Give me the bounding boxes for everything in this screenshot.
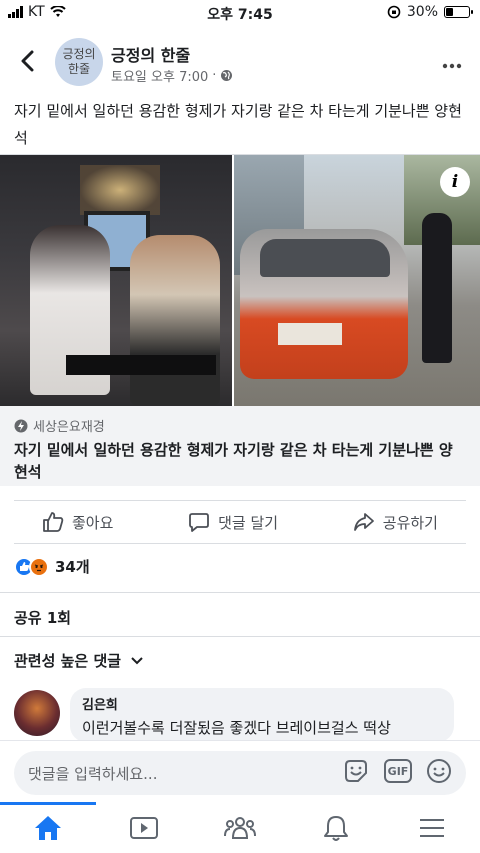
angry-reaction-icon: [29, 556, 49, 577]
page-name[interactable]: 긍정의 한줄: [111, 42, 190, 66]
orientation-lock-icon: [387, 5, 401, 19]
link-preview-card[interactable]: i 세상은요재경 자기 밑에서 일하던 용감한 형제가 자기랑 같은 차 타는게…: [0, 154, 480, 486]
emoji-icon[interactable]: [426, 758, 452, 784]
home-icon: [35, 815, 61, 840]
comment-bubble[interactable]: 김은희 이런거볼수록 더잘됬음 좋겠다 브레이브걸스 떡상: [70, 688, 454, 742]
like-button[interactable]: 좋아요: [42, 511, 113, 533]
tab-notifications[interactable]: [288, 802, 384, 853]
comment-sort-dropdown[interactable]: 관련성 높은 댓글: [14, 650, 143, 671]
sticker-icon[interactable]: [342, 757, 370, 785]
back-button[interactable]: [14, 46, 40, 76]
share-count[interactable]: 공유 1회: [14, 607, 71, 628]
preview-image-right: i: [234, 155, 480, 406]
hamburger-menu-icon: [420, 818, 444, 837]
link-source: 세상은요재경: [14, 416, 466, 435]
more-horizontal-icon: [442, 63, 462, 69]
groups-icon: [224, 816, 256, 839]
status-bar: KT 오후 7:45 30%: [0, 0, 480, 26]
page-avatar-line-2: 한줄: [67, 62, 91, 76]
share-label: 공유하기: [382, 513, 438, 532]
share-button[interactable]: 공유하기: [353, 511, 438, 533]
post-header: 긍정의 한줄 긍정의 한줄 토요일 오후 7:00 ·: [0, 30, 480, 94]
battery-percent: 30%: [406, 4, 438, 20]
share-icon: [353, 513, 374, 531]
post-action-bar: 좋아요 댓글 달기 공유하기: [14, 500, 466, 544]
post-timestamp[interactable]: 토요일 오후 7:00: [111, 66, 208, 85]
preview-image-left: [0, 155, 232, 406]
bell-icon: [324, 815, 348, 841]
gif-button[interactable]: GIF: [384, 759, 412, 783]
comment-label: 댓글 달기: [218, 513, 279, 532]
meta-separator: ·: [212, 68, 217, 83]
link-card-footer: 세상은요재경 자기 밑에서 일하던 용감한 형제가 자기랑 같은 차 타는게 기…: [0, 406, 480, 486]
thumbs-up-icon: [43, 512, 64, 532]
info-button[interactable]: i: [440, 167, 470, 197]
link-title: 자기 밑에서 일하던 용감한 형제가 자기랑 같은 차 타는게 기분나쁜 양현석: [14, 441, 453, 481]
comment-input-placeholder: 댓글을 입력하세요...: [28, 764, 158, 783]
divider: [0, 636, 480, 637]
divider: [0, 592, 480, 593]
reaction-summary[interactable]: 34개: [14, 556, 90, 577]
comment-sort-label: 관련성 높은 댓글: [14, 652, 122, 670]
video-icon: [130, 816, 158, 839]
chevron-down-icon: [131, 656, 143, 664]
more-options-button[interactable]: [442, 54, 462, 73]
battery-icon: [444, 6, 473, 18]
post-caption: 자기 밑에서 일하던 용감한 형제가 자기랑 같은 차 타는게 기분나쁜 양현석: [14, 102, 462, 147]
globe-icon[interactable]: [220, 69, 233, 82]
tab-watch[interactable]: [96, 802, 192, 853]
comment-icon: [189, 513, 210, 532]
commenter-avatar[interactable]: [14, 690, 60, 736]
comment-composer: 댓글을 입력하세요... GIF: [0, 740, 480, 802]
bottom-tab-bar: [0, 802, 480, 853]
tab-menu[interactable]: [384, 802, 480, 853]
page-avatar-line-1: 긍정의: [62, 47, 96, 61]
comment-text: 이런거볼수록 더잘됬음 좋겠다 브레이브걸스 떡상: [82, 719, 391, 737]
link-source-name: 세상은요재경: [33, 420, 105, 435]
tab-home[interactable]: [0, 802, 96, 853]
page-avatar[interactable]: 긍정의 한줄: [55, 38, 103, 86]
reaction-count: 34개: [55, 558, 90, 576]
like-label: 좋아요: [72, 513, 114, 532]
commenter-name[interactable]: 김은희: [82, 694, 442, 713]
active-tab-indicator: [0, 802, 96, 805]
chevron-left-icon: [21, 50, 34, 72]
lightning-icon: [14, 419, 28, 432]
comment-button[interactable]: 댓글 달기: [188, 511, 278, 533]
tab-groups[interactable]: [192, 802, 288, 853]
post-meta: 토요일 오후 7:00 ·: [111, 66, 233, 85]
